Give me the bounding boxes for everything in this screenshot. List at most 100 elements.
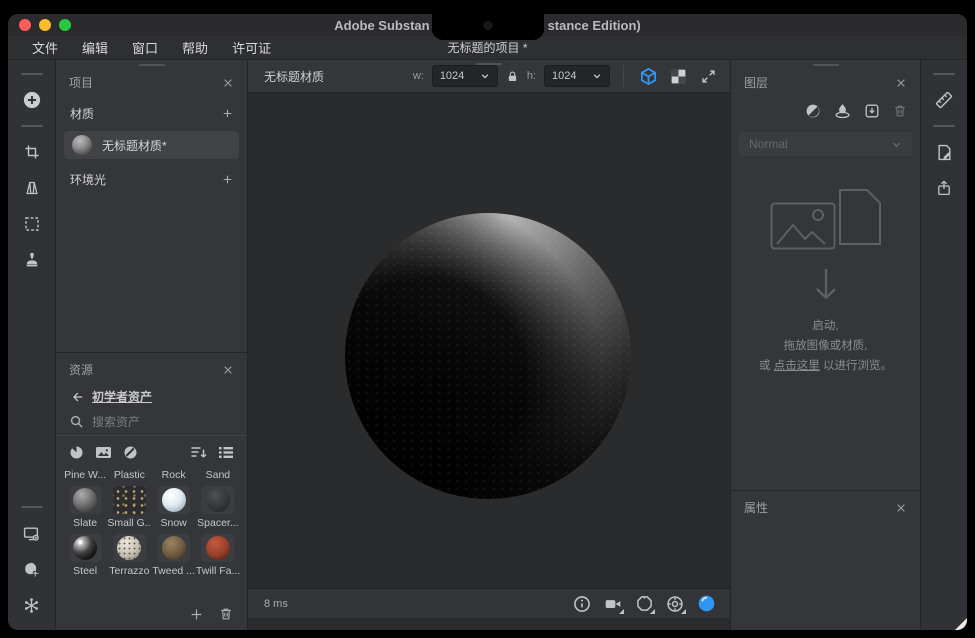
lock-icon — [506, 70, 519, 83]
close-window-button[interactable] — [19, 19, 31, 31]
width-label: w: — [413, 70, 424, 82]
close-icon — [222, 364, 234, 376]
layers-panel-close-button[interactable] — [895, 77, 907, 89]
arrow-down-icon — [812, 268, 840, 302]
dropzone-illustration — [770, 188, 882, 262]
panel-drag-handle[interactable] — [476, 63, 502, 65]
delete-layer-button[interactable] — [893, 104, 907, 118]
add-button[interactable] — [15, 85, 49, 115]
menu-license[interactable]: 许可证 — [232, 38, 271, 57]
asset-item-rock[interactable]: Rock — [152, 466, 196, 485]
browse-link[interactable]: 点击这里 — [774, 360, 820, 372]
dropzone-line2: 拖放图像或材质, — [759, 336, 892, 356]
asset-item-sand[interactable]: Sand — [196, 466, 240, 485]
display-settings-button[interactable] — [15, 518, 49, 548]
dropdown-corner-icon — [681, 609, 686, 614]
blend-mode-value: Normal — [749, 137, 788, 151]
environment-button[interactable] — [633, 593, 655, 615]
sort-button[interactable] — [190, 445, 207, 460]
material-preview-sphere[interactable] — [345, 213, 631, 499]
add-layer-drop-button[interactable] — [834, 102, 851, 119]
render-settings-button[interactable] — [15, 554, 49, 584]
ruler-icon — [935, 91, 953, 109]
properties-panel-close-button[interactable] — [895, 502, 907, 514]
zoom-window-button[interactable] — [59, 19, 71, 31]
project-panel-close-button[interactable] — [222, 77, 234, 89]
asset-name: Spacer... — [197, 514, 238, 533]
layer-dropzone[interactable]: 启动, 拖放图像或材质, 或 点击这里 以进行浏览。 — [731, 160, 920, 490]
filter-material-sphere-button[interactable] — [69, 445, 84, 460]
perspective-tool-button[interactable] — [15, 173, 49, 203]
ground-button[interactable] — [664, 593, 686, 615]
camera-button[interactable] — [602, 593, 624, 615]
asset-item-pine-wood[interactable]: Pine W... — [63, 466, 107, 485]
asset-item-snow[interactable]: Snow — [152, 486, 196, 533]
asset-item-tweed[interactable]: Tweed ... — [152, 534, 196, 581]
blend-mode-select[interactable]: Normal — [739, 132, 912, 156]
add-environment-button[interactable] — [222, 174, 233, 185]
material-list-item[interactable]: 无标题材质* — [64, 131, 239, 159]
assets-panel-close-button[interactable] — [222, 364, 234, 376]
asset-thumbnail — [157, 534, 190, 562]
add-material-button[interactable] — [222, 108, 233, 119]
materials-section-label: 材质 — [70, 105, 94, 122]
left-toolbar — [8, 60, 56, 630]
minimize-window-button[interactable] — [39, 19, 51, 31]
assets-search-input[interactable] — [92, 415, 247, 429]
info-button[interactable] — [571, 593, 593, 615]
menu-window[interactable]: 窗口 — [132, 38, 158, 57]
plugins-button[interactable] — [15, 590, 49, 620]
share-button[interactable] — [927, 173, 961, 203]
measure-tool-button[interactable] — [927, 85, 961, 115]
sort-icon — [190, 445, 207, 460]
window-title-right: stance Edition) — [548, 18, 641, 33]
divider — [623, 65, 624, 87]
asset-item-steel[interactable]: Steel — [63, 534, 107, 581]
toolbar-divider — [21, 73, 43, 75]
render-settings-icon — [23, 561, 40, 578]
add-adjustment-button[interactable] — [805, 103, 821, 119]
marquee-select-button[interactable] — [15, 209, 49, 239]
materials-section-header: 材质 — [56, 97, 247, 130]
fullscreen-button[interactable] — [697, 65, 719, 87]
left-panel-column: 项目 材质 — [56, 60, 248, 630]
asset-item-spacer[interactable]: Spacer... — [196, 486, 240, 533]
app-window: Adobe Substan stance Edition) 文件 编辑 窗口 帮… — [8, 14, 967, 630]
filter-image-button[interactable] — [95, 445, 112, 460]
list-view-button[interactable] — [218, 445, 234, 460]
delete-asset-button[interactable] — [219, 607, 233, 621]
add-asset-button[interactable] — [190, 608, 203, 621]
material-ball-toggle[interactable] — [695, 593, 717, 615]
menu-edit[interactable]: 编辑 — [82, 38, 108, 57]
close-icon — [895, 77, 907, 89]
asset-item-twill-fabric[interactable]: Twill Fa... — [196, 534, 240, 581]
assets-search[interactable] — [56, 407, 247, 435]
edit-document-button[interactable] — [927, 137, 961, 167]
clone-stamp-button[interactable] — [15, 245, 49, 275]
asset-item-slate[interactable]: Slate — [63, 486, 107, 533]
chevron-down-icon — [480, 71, 490, 81]
asset-thumbnail — [157, 486, 190, 514]
height-select[interactable]: 1024 — [544, 65, 610, 87]
plugins-node-icon — [23, 597, 40, 614]
assets-back-link[interactable]: 初学者资产 — [56, 384, 247, 407]
asset-item-terrazzo[interactable]: Terrazzo — [107, 534, 151, 581]
import-layer-button[interactable] — [864, 103, 880, 119]
layers-panel-title: 图层 — [744, 74, 768, 91]
view-3d-button[interactable] — [637, 65, 659, 87]
asset-item-small-gravel[interactable]: Small G... — [107, 486, 151, 533]
plus-icon — [222, 108, 233, 119]
view-2d-button[interactable] — [667, 65, 689, 87]
crop-tool-button[interactable] — [15, 137, 49, 167]
width-select[interactable]: 1024 — [432, 65, 498, 87]
trash-icon — [893, 104, 907, 118]
viewport-canvas[interactable] — [248, 93, 730, 588]
edit-document-icon — [936, 144, 953, 161]
lock-ratio-button[interactable] — [506, 70, 519, 83]
filter-material-slash-button[interactable] — [123, 445, 138, 460]
window-title-left: Adobe Substan — [334, 18, 429, 33]
asset-item-plastic[interactable]: Plastic — [107, 466, 151, 485]
window-resize-grip[interactable] — [955, 618, 967, 630]
menu-file[interactable]: 文件 — [32, 38, 58, 57]
menu-help[interactable]: 帮助 — [182, 38, 208, 57]
